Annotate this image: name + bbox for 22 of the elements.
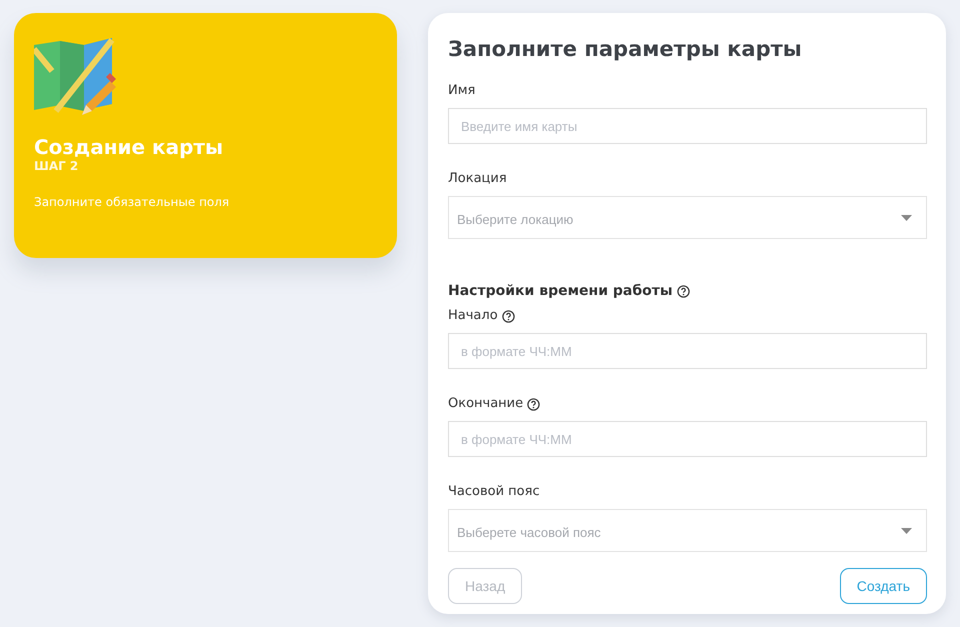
caret-icon — [901, 528, 912, 534]
help-icon[interactable] — [676, 284, 690, 298]
field-label: Локация — [448, 171, 507, 187]
map-pencil-icon — [34, 35, 116, 117]
dropdown[interactable]: Выберете часовой пояс — [448, 509, 927, 552]
field-label: Имя — [448, 83, 476, 99]
card-hint: Заполните обязательные поля — [34, 195, 230, 209]
create-button[interactable]: Создать — [840, 568, 927, 604]
input-field[interactable]: в формате ЧЧ:ММ — [448, 421, 927, 457]
caret-icon — [901, 214, 912, 220]
form-title: Заполните параметры карты — [448, 36, 803, 63]
card-title: Создание карты — [34, 135, 224, 159]
help-icon[interactable] — [527, 398, 540, 410]
section-heading: Настройки времени работы — [448, 283, 673, 299]
input-field[interactable]: Введите имя карты — [448, 108, 927, 144]
input-field[interactable]: в формате ЧЧ:ММ — [448, 333, 927, 369]
dropdown[interactable]: Выберите локацию — [448, 196, 927, 239]
field-label: Часовой пояс — [448, 484, 540, 500]
help-icon[interactable] — [502, 310, 515, 322]
field-label: Окончание — [448, 396, 524, 412]
step-label: ШАГ 2 — [34, 159, 80, 173]
field-label: Начало — [448, 308, 498, 324]
